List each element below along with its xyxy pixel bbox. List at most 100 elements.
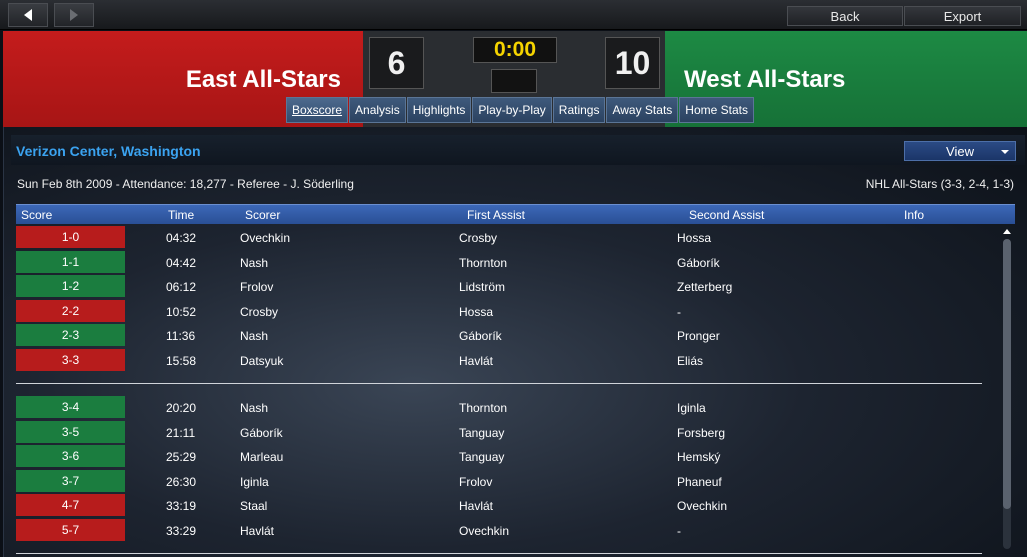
match-tabs: Boxscore Analysis Highlights Play-by-Pla…	[286, 97, 755, 123]
second-assist: Hemský	[677, 450, 721, 464]
period-indicator	[491, 69, 537, 93]
match-info: Sun Feb 8th 2009 - Attendance: 18,277 - …	[17, 177, 354, 191]
home-team-name[interactable]: East All-Stars	[186, 66, 341, 94]
goal-time: 11:36	[166, 329, 196, 343]
tab-ratings[interactable]: Ratings	[552, 97, 606, 123]
first-assist: Frolov	[459, 474, 493, 489]
nav-forward-button[interactable]	[54, 3, 94, 27]
goal-scorer: Staal	[240, 499, 268, 513]
second-assist: -	[677, 304, 681, 319]
goal-score: 1-2	[16, 275, 125, 297]
goal-score: 1-1	[16, 250, 125, 273]
goal-score: 3-5	[16, 420, 125, 443]
chevron-down-icon	[1001, 150, 1009, 154]
scroll-up-icon[interactable]	[1003, 229, 1011, 234]
second-assist: Zetterberg	[677, 280, 733, 294]
series-info: NHL All-Stars (3-3, 2-4, 1-3)	[865, 177, 1014, 191]
away-team-name[interactable]: West All-Stars	[684, 66, 845, 94]
table-row[interactable]: 1-1 04:42 Nash Thornton Gáborík	[16, 250, 986, 274]
scroll-thumb[interactable]	[1003, 239, 1011, 509]
back-button[interactable]: Back	[787, 6, 903, 26]
goal-scorer: Nash	[240, 329, 269, 343]
arrow-right-icon	[70, 9, 78, 21]
second-assist: Iginla	[677, 401, 706, 415]
col-score[interactable]: Score	[21, 208, 52, 222]
first-assist: Ovechkin	[459, 523, 510, 538]
table-row[interactable]: 4-7 33:19 Staal Havlát Ovechkin	[16, 494, 986, 517]
table-row[interactable]: 3-5 21:11 Gáborík Tanguay Forsberg	[16, 420, 986, 444]
goal-time: 33:19	[166, 499, 197, 513]
tab-analysis[interactable]: Analysis	[349, 97, 406, 123]
tab-boxscore[interactable]: Boxscore	[286, 97, 349, 123]
first-assist: Tanguay	[459, 425, 505, 440]
view-label: View	[946, 143, 974, 159]
export-button[interactable]: Export	[904, 6, 1021, 26]
col-time[interactable]: Time	[168, 208, 194, 222]
tab-play-by-play[interactable]: Play-by-Play	[472, 97, 552, 123]
first-assist: Crosby	[459, 231, 498, 245]
table-row[interactable]: 2-2 10:52 Crosby Hossa -	[16, 299, 986, 323]
table-row[interactable]: 3-3 15:58 Datsyuk Havlát Eliás	[16, 348, 986, 372]
col-scorer[interactable]: Scorer	[245, 208, 280, 222]
second-assist: Eliás	[677, 353, 704, 368]
table-row[interactable]: 3-4 20:20 Nash Thornton Iginla	[16, 396, 986, 419]
goal-score: 4-7	[16, 494, 125, 516]
first-assist: Gáborík	[459, 329, 502, 343]
table-row[interactable]: 5-7 33:29 Havlát Ovechkin -	[16, 518, 986, 542]
second-assist: Pronger	[677, 329, 720, 343]
goal-time: 20:20	[166, 401, 197, 415]
tab-highlights[interactable]: Highlights	[406, 97, 472, 123]
table-row[interactable]: 1-0 04:32 Ovechkin Crosby Hossa	[16, 226, 986, 249]
tab-away-stats[interactable]: Away Stats	[606, 97, 679, 123]
goal-scorer: Havlát	[240, 523, 275, 538]
goal-score: 1-0	[16, 226, 125, 248]
nav-back-button[interactable]	[8, 3, 48, 27]
col-first-assist[interactable]: First Assist	[467, 208, 525, 222]
goal-score: 3-3	[16, 348, 125, 371]
goal-scorer: Nash	[240, 255, 269, 270]
goal-scorer: Gáborík	[240, 425, 283, 440]
scroll-track[interactable]	[1003, 239, 1011, 549]
goal-time: 15:58	[166, 353, 197, 368]
col-info[interactable]: Info	[904, 208, 924, 222]
boxscore-panel: Verizon Center, Washington View Sun Feb …	[3, 127, 1027, 557]
goal-time: 33:29	[166, 523, 197, 538]
table-row[interactable]: 1-2 06:12 Frolov Lidström Zetterberg	[16, 275, 986, 298]
first-assist: Havlát	[459, 499, 494, 513]
goal-scorer: Marleau	[240, 450, 284, 464]
goal-time: 04:32	[166, 231, 197, 245]
table-row[interactable]: 3-6 25:29 Marleau Tanguay Hemský	[16, 445, 986, 468]
goal-score: 3-6	[16, 445, 125, 467]
scrollbar[interactable]	[1002, 229, 1012, 557]
goal-scorer: Crosby	[240, 304, 279, 319]
goal-score: 2-2	[16, 299, 125, 322]
goal-score: 3-4	[16, 396, 125, 418]
second-assist: Phaneuf	[677, 474, 722, 489]
first-assist: Tanguay	[459, 450, 505, 464]
first-assist: Thornton	[459, 401, 508, 415]
goal-score: 2-3	[16, 324, 125, 346]
first-assist: Hossa	[459, 304, 494, 319]
game-clock: 0:00	[473, 37, 557, 63]
arrow-left-icon	[24, 9, 32, 21]
table-row[interactable]: 2-3 11:36 Nash Gáborík Pronger	[16, 324, 986, 347]
venue-bar: Verizon Center, Washington View	[11, 135, 1025, 165]
goal-time: 21:11	[166, 425, 196, 440]
goal-score: 5-7	[16, 518, 125, 541]
second-assist: Hossa	[677, 231, 712, 245]
period-divider	[16, 383, 982, 384]
tab-home-stats[interactable]: Home Stats	[679, 97, 754, 123]
second-assist: Ovechkin	[677, 499, 728, 513]
col-second-assist[interactable]: Second Assist	[689, 208, 764, 222]
view-dropdown[interactable]: View	[904, 141, 1016, 161]
table-row[interactable]: 3-7 26:30 Iginla Frolov Phaneuf	[16, 469, 986, 493]
second-assist: Gáborík	[677, 255, 720, 270]
goal-time: 25:29	[166, 450, 197, 464]
table-header: Score Time Scorer First Assist Second As…	[16, 204, 1015, 224]
first-assist: Lidström	[459, 280, 506, 294]
away-score: 10	[605, 37, 660, 89]
goal-scorer: Datsyuk	[240, 353, 284, 368]
goal-time: 06:12	[166, 280, 197, 294]
home-score: 6	[369, 37, 424, 89]
first-assist: Havlát	[459, 353, 494, 368]
